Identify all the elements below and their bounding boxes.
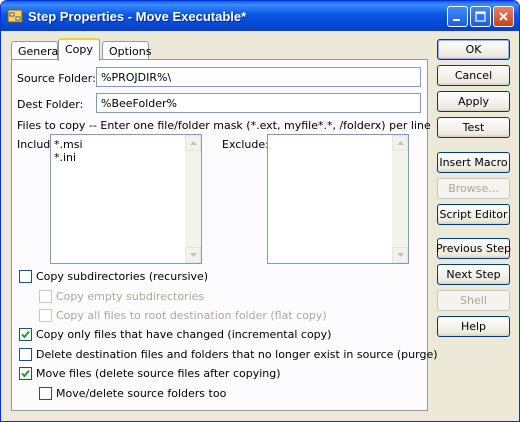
script-editor-button[interactable]: Script Editor	[437, 204, 510, 225]
scroll-down-button[interactable]	[185, 247, 201, 263]
option-label: Delete destination files and folders tha…	[36, 347, 438, 361]
cancel-button[interactable]: Cancel	[437, 65, 510, 86]
checkbox[interactable]	[19, 327, 32, 341]
checkbox[interactable]	[39, 308, 52, 322]
minimize-button[interactable]	[447, 6, 468, 27]
tab-options[interactable]: Options	[102, 41, 151, 60]
option-move-files[interactable]: Move files (delete source files after co…	[19, 365, 281, 381]
browse-button[interactable]: Browse...	[437, 178, 510, 199]
minimize-icon	[453, 19, 460, 21]
dest-folder-label: Dest Folder:	[17, 98, 84, 111]
check-mark-icon	[21, 330, 30, 338]
option-purge[interactable]: Delete destination files and folders tha…	[19, 346, 438, 362]
close-icon	[499, 12, 508, 21]
exclude-scrollbar[interactable]	[392, 135, 408, 263]
arrow-up-icon	[189, 141, 197, 145]
option-flat-copy[interactable]: Copy all files to root destination folde…	[39, 307, 327, 323]
option-label: Copy empty subdirectories	[56, 289, 205, 303]
option-copy-subdirectories[interactable]: Copy subdirectories (recursive)	[19, 268, 208, 284]
dest-folder-input[interactable]: %BeeFolder%	[96, 93, 421, 113]
include-scrollbar[interactable]	[185, 135, 201, 263]
option-label: Copy all files to root destination folde…	[56, 308, 327, 322]
checkbox[interactable]	[39, 386, 52, 400]
arrow-up-icon	[396, 141, 404, 145]
exclude-listbox[interactable]	[267, 134, 409, 264]
include-items: *.msi *.ini	[54, 138, 83, 164]
ok-button[interactable]: OK	[437, 39, 510, 60]
option-label: Move/delete source folders too	[56, 386, 227, 400]
option-copy-empty-subdirectories[interactable]: Copy empty subdirectories	[39, 288, 204, 304]
include-listbox[interactable]: *.msi *.ini	[50, 134, 202, 264]
help-button[interactable]: Help	[437, 316, 510, 337]
option-label: Move files (delete source files after co…	[36, 366, 281, 380]
shell-button[interactable]: Shell	[437, 290, 510, 311]
maximize-icon	[475, 11, 486, 22]
scroll-up-button[interactable]	[185, 135, 201, 151]
arrow-down-icon	[189, 253, 197, 257]
insert-macro-button[interactable]: Insert Macro	[437, 152, 510, 173]
apply-button[interactable]: Apply	[437, 91, 510, 112]
include-item[interactable]: *.ini	[54, 151, 83, 164]
arrow-down-icon	[396, 253, 404, 257]
checkbox[interactable]	[39, 289, 52, 303]
source-folder-label: Source Folder:	[17, 72, 96, 85]
maximize-button[interactable]	[470, 6, 491, 27]
window-title: Step Properties - Move Executable*	[28, 9, 247, 24]
app-icon	[7, 9, 23, 23]
close-button[interactable]	[493, 6, 514, 27]
scroll-up-button[interactable]	[392, 135, 408, 151]
test-button[interactable]: Test	[437, 117, 510, 138]
checkbox[interactable]	[19, 269, 32, 283]
include-item[interactable]: *.msi	[54, 138, 83, 151]
source-folder-input[interactable]: %PROJDIR%\	[96, 67, 421, 87]
check-mark-icon	[21, 369, 30, 377]
scroll-down-button[interactable]	[392, 247, 408, 263]
checkbox[interactable]	[19, 366, 32, 380]
tab-general[interactable]: General	[11, 41, 61, 60]
copy-tab-panel: Source Folder: %PROJDIR%\ Dest Folder: %…	[11, 59, 438, 411]
checkbox[interactable]	[19, 347, 32, 361]
exclude-label: Exclude:	[222, 138, 269, 151]
previous-step-button[interactable]: Previous Step	[436, 238, 511, 259]
next-step-button[interactable]: Next Step	[437, 264, 510, 285]
files-to-copy-instruction: Files to copy -- Enter one file/folder m…	[17, 119, 431, 132]
option-incremental-copy[interactable]: Copy only files that have changed (incre…	[19, 326, 331, 342]
tab-copy[interactable]: Copy	[58, 38, 100, 61]
title-bar[interactable]: Step Properties - Move Executable*	[1, 1, 519, 31]
option-move-source-folders[interactable]: Move/delete source folders too	[39, 385, 226, 401]
step-properties-dialog: Step Properties - Move Executable* Gener…	[0, 0, 520, 422]
option-label: Copy only files that have changed (incre…	[36, 327, 332, 341]
option-label: Copy subdirectories (recursive)	[36, 269, 209, 283]
